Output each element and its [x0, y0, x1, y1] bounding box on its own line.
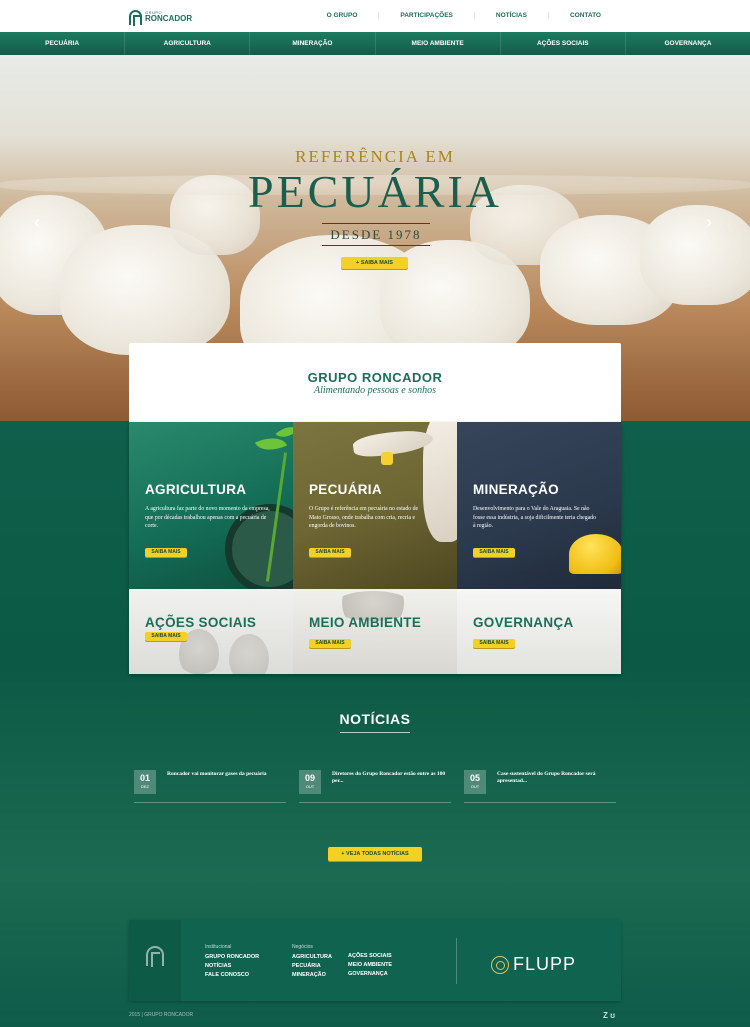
tile-mineracao-title: MINERAÇÃO [473, 482, 559, 497]
footer-link-grupo-roncador[interactable]: GRUPO RONCADOR [205, 953, 259, 962]
news-item[interactable]: 05 OUT Case sustentável do Grupo Roncado… [464, 770, 616, 803]
ear-tag-image [381, 452, 393, 465]
secnav-meio-ambiente[interactable]: MEIO AMBIENTE [374, 32, 500, 55]
tile-agricultura-text: A agricultura faz parte do novo momento … [145, 506, 270, 529]
footer-col-negocios: Negócios AGRICULTURA PECUÁRIA MINERAÇÃO [292, 944, 332, 980]
tile-meio-ambiente[interactable]: MEIO AMBIENTE SAIBA MAIS [293, 589, 457, 674]
top-nav: O GRUPO PARTICIPAÇÕES NOTÍCIAS CONTATO [306, 12, 622, 19]
tile-agricultura[interactable]: AGRICULTURA A agricultura faz parte do n… [129, 422, 293, 589]
view-all-news-button[interactable]: + VEJA TODAS NOTÍCIAS [328, 847, 422, 861]
tile-governanca-title: GOVERNANÇA [473, 615, 574, 630]
tile-mineracao-button[interactable]: SAIBA MAIS [473, 548, 515, 557]
flupp-icon [491, 955, 509, 974]
nav-participacoes[interactable]: PARTICIPAÇÕES [378, 12, 474, 19]
hero-prev-arrow-icon[interactable]: ‹ [34, 212, 40, 233]
news-headline[interactable]: Roncador vai monitorar gases da pecuária [167, 771, 287, 778]
tile-pecuaria[interactable]: PECUÁRIA O Grupo é referência em pecuári… [293, 422, 457, 589]
tile-mineracao-text: Desenvolvimento para o Vale do Araguaia.… [473, 506, 596, 529]
news-headline[interactable]: Diretores do Grupo Roncador estão entre … [332, 771, 452, 785]
nav-o-grupo[interactable]: O GRUPO [306, 12, 379, 19]
secnav-governanca[interactable]: GOVERNANÇA [624, 32, 750, 55]
hero-next-arrow-icon[interactable]: › [706, 212, 712, 233]
footer-col-negocios-2: AÇÕES SOCIAIS MEIO AMBIENTE GOVERNANÇA [348, 952, 392, 979]
footer-link-mineracao[interactable]: MINERAÇÃO [292, 971, 332, 980]
footer-link-acoes-sociais[interactable]: AÇÕES SOCIAIS [348, 952, 392, 961]
copyright-text: 2015 | GRUPO RONCADOR [129, 1012, 194, 1018]
nav-contato[interactable]: CONTATO [547, 12, 622, 19]
tile-agricultura-button[interactable]: SAIBA MAIS [145, 548, 187, 557]
tile-meio-ambiente-title: MEIO AMBIENTE [309, 615, 422, 630]
tile-pecuaria-text: O Grupo é referência em pecuária no esta… [309, 506, 419, 529]
section-nav: PECUÁRIA AGRICULTURA MINERAÇÃO MEIO AMBI… [0, 32, 750, 55]
footer-link-governanca[interactable]: GOVERNANÇA [348, 970, 392, 979]
nav-noticias[interactable]: NOTÍCIAS [473, 12, 548, 19]
logo-big-text: RONCADOR [145, 14, 193, 23]
footer-col-heading: Institucional [205, 944, 232, 950]
footer-panel: Institucional GRUPO RONCADOR NOTÍCIAS FA… [129, 920, 621, 1001]
secnav-mineracao[interactable]: MINERAÇÃO [249, 32, 374, 55]
secnav-acoes-sociais[interactable]: AÇÕES SOCIAIS [499, 32, 625, 55]
news-item[interactable]: 09 OUT Diretores do Grupo Roncador estão… [299, 770, 451, 803]
footer-divider [456, 938, 457, 984]
agency-credits-icon[interactable]: Z ʊ [603, 1011, 615, 1020]
flupp-text: FLUPP [513, 954, 577, 974]
top-header: GRUPO RONCADOR O GRUPO PARTICIPAÇÕES NOT… [0, 0, 750, 32]
tile-acoes-sociais-title: AÇÕES SOCIAIS [145, 615, 257, 630]
hero-saiba-mais-button[interactable]: + SAIBA MAIS [341, 257, 408, 269]
tile-pecuaria-button[interactable]: SAIBA MAIS [309, 548, 351, 557]
tile-pecuaria-title: PECUÁRIA [309, 482, 382, 497]
business-tiles: AGRICULTURA A agricultura faz parte do n… [129, 422, 621, 674]
intro-subtitle: Alimentando pessoas e sonhos [314, 385, 436, 396]
tile-governanca[interactable]: GOVERNANÇA SAIBA MAIS [457, 589, 621, 674]
tile-meio-ambiente-button[interactable]: SAIBA MAIS [309, 639, 351, 648]
news-title-divider [340, 732, 410, 733]
news-title: NOTÍCIAS [339, 711, 411, 727]
news-date-badge: 05 OUT [464, 770, 486, 794]
news-date-badge: 01 DEZ [134, 770, 156, 794]
hero-subtitle: DESDE 1978 [322, 223, 430, 246]
roncador-logo[interactable]: GRUPO RONCADOR [129, 8, 192, 26]
tile-mineracao[interactable]: MINERAÇÃO Desenvolvimento para o Vale do… [457, 422, 621, 589]
hard-hat-image [569, 534, 621, 574]
tile-governanca-button[interactable]: SAIBA MAIS [473, 639, 515, 648]
hero-title: PECUÁRIA [247, 166, 503, 217]
tile-acoes-sociais-button[interactable]: SAIBA MAIS [145, 632, 187, 641]
tile-agricultura-title: AGRICULTURA [145, 482, 247, 497]
footer-link-pecuaria[interactable]: PECUÁRIA [292, 962, 332, 971]
footer-col-institucional: Institucional GRUPO RONCADOR NOTÍCIAS FA… [205, 944, 259, 980]
flupp-partner-logo[interactable]: FLUPP [491, 954, 576, 975]
secnav-agricultura[interactable]: AGRICULTURA [124, 32, 249, 55]
news-item[interactable]: 01 DEZ Roncador vai monitorar gases da p… [134, 770, 286, 803]
footer-link-agricultura[interactable]: AGRICULTURA [292, 953, 332, 962]
footer-col-heading: Negócios [292, 944, 313, 950]
tile-acoes-sociais[interactable]: AÇÕES SOCIAIS SAIBA MAIS [129, 589, 293, 674]
intro-card: GRUPO RONCADOR Alimentando pessoas e son… [129, 343, 621, 422]
hero-title-small: REFERÊNCIA EM [295, 147, 455, 166]
footer-logo-icon[interactable] [146, 946, 164, 967]
news-date-badge: 09 OUT [299, 770, 321, 794]
footer-link-noticias[interactable]: NOTÍCIAS [205, 962, 259, 971]
intro-title: GRUPO RONCADOR [307, 370, 443, 385]
footer-link-fale-conosco[interactable]: FALE CONOSCO [205, 971, 259, 980]
news-headline[interactable]: Case sustentável do Grupo Roncador será … [497, 771, 617, 785]
footer-link-meio-ambiente[interactable]: MEIO AMBIENTE [348, 961, 392, 970]
roncador-logo-icon [129, 9, 142, 26]
secnav-pecuaria[interactable]: PECUÁRIA [0, 32, 124, 55]
